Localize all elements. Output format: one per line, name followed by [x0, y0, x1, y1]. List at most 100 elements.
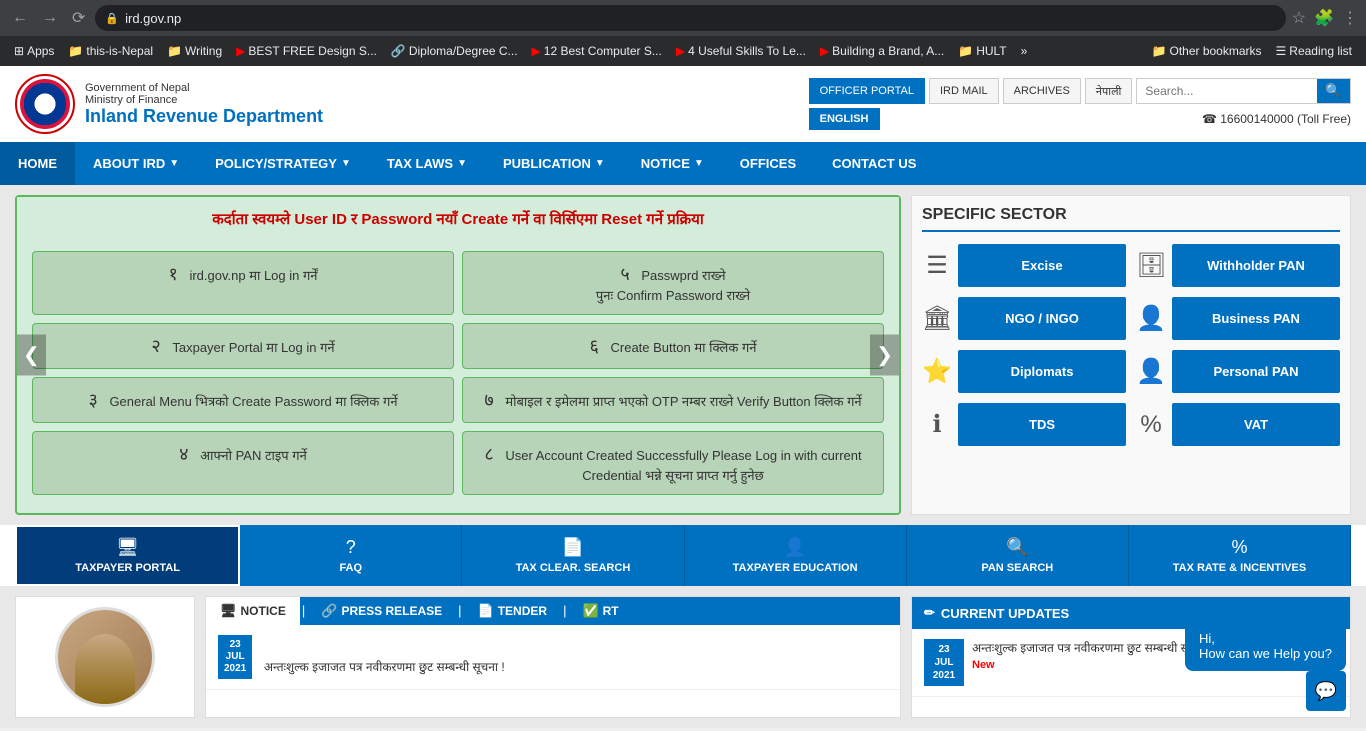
website: Government of Nepal Ministry of Finance … [0, 66, 1366, 728]
browser-chrome: ← → ⟳ 🔒 ird.gov.np ☆ 🧩 ⋮ [0, 0, 1366, 36]
slider-step-1: १ ird.gov.np मा Log in गर्नें [32, 251, 454, 315]
ird-mail-button[interactable]: IRD MAIL [929, 78, 999, 104]
logo-section: Government of Nepal Ministry of Finance … [15, 74, 323, 134]
slider-next-button[interactable]: ❯ [870, 335, 899, 376]
tab-pan-search[interactable]: 🔍 PAN SEARCH [907, 525, 1129, 586]
address-bar[interactable]: 🔒 ird.gov.np [95, 5, 1285, 31]
bookmark-diploma-label: Diploma/Degree C... [409, 44, 518, 58]
tds-icon: ℹ [922, 410, 952, 439]
bookmark-hult[interactable]: 📁 HULT [952, 41, 1012, 61]
org-name: Government of Nepal Ministry of Finance … [85, 82, 323, 127]
personal-pan-button[interactable]: Personal PAN [1172, 350, 1340, 393]
person-silhouette [75, 634, 135, 704]
youtube-icon: ▶ [236, 44, 245, 58]
officer-portal-button[interactable]: OFFICER PORTAL [809, 78, 925, 104]
reload-button[interactable]: ⟳ [68, 4, 89, 32]
logo-circle [15, 74, 75, 134]
bookmark-this-is-nepal[interactable]: 📁 this-is-Nepal [62, 41, 159, 61]
slider-step-8: ८ User Account Created Successfully Plea… [462, 431, 884, 495]
back-button[interactable]: ← [8, 5, 32, 31]
personal-pan-icon: 👤 [1136, 357, 1166, 386]
bookmark-building[interactable]: ▶ Building a Brand, A... [814, 41, 950, 61]
bookmark-best-free[interactable]: ▶ BEST FREE Design S... [230, 41, 383, 61]
more-label: » [1021, 44, 1028, 58]
ngo-ingo-button[interactable]: NGO / INGO [958, 297, 1126, 340]
extensions-icon[interactable]: 🧩 [1314, 8, 1334, 28]
nav-notice[interactable]: NOTICE ▼ [623, 142, 722, 185]
news-tab-tender[interactable]: 📄 TENDER [464, 597, 562, 625]
nav-contact[interactable]: CONTACT US [814, 142, 934, 185]
tab-faq[interactable]: ? FAQ [240, 525, 462, 586]
nav-offices[interactable]: OFFICES [722, 142, 814, 185]
url-text: ird.gov.np [125, 11, 181, 26]
search-button[interactable]: 🔍 [1317, 79, 1350, 103]
search-input[interactable] [1137, 79, 1317, 103]
tds-button[interactable]: TDS [958, 403, 1126, 446]
reading-list-icon: ☰ [1276, 44, 1287, 58]
bookmark-best-free-label: BEST FREE Design S... [248, 44, 377, 58]
bookmark-4useful[interactable]: ▶ 4 Useful Skills To Le... [670, 41, 812, 61]
vat-button[interactable]: VAT [1172, 403, 1340, 446]
bookmark-writing[interactable]: 📁 Writing [161, 41, 228, 61]
bottom-tabs: 🖥 TAXPAYER PORTAL ? FAQ 📄 TAX CLEAR. SEA… [15, 525, 1351, 586]
slider-header: कर्दाता स्वयम्ले User ID र Password नयाँ… [17, 197, 899, 241]
forward-button[interactable]: → [38, 5, 62, 31]
tax-rate-icon: % [1231, 537, 1247, 558]
chat-button[interactable]: 💬 [1306, 671, 1346, 711]
link-icon: 🔗 [391, 44, 406, 58]
news-tab-rt[interactable]: ✅ RT [568, 597, 632, 625]
tab-taxpayer-portal[interactable]: 🖥 TAXPAYER PORTAL [15, 525, 240, 586]
nav-tax-laws[interactable]: TAX LAWS ▼ [369, 142, 485, 185]
business-pan-button[interactable]: Business PAN [1172, 297, 1340, 340]
slider-grid: १ ird.gov.np मा Log in गर्नें ५ Passwprd… [17, 241, 899, 505]
bookmark-more[interactable]: » [1015, 41, 1034, 61]
slider-prev-button[interactable]: ❮ [17, 335, 46, 376]
faq-icon: ? [346, 537, 356, 558]
updates-title: CURRENT UPDATES [941, 606, 1069, 621]
tax-rate-label: TAX RATE & INCENTIVES [1173, 562, 1306, 574]
tender-tab-icon: 📄 [478, 603, 494, 619]
business-pan-icon: 👤 [1136, 304, 1166, 333]
specific-sector: SPECIFIC SECTOR ☰ Excise 🗄 Withholder PA… [911, 195, 1351, 515]
tab-tax-clear[interactable]: 📄 TAX CLEAR. SEARCH [462, 525, 684, 586]
bookmark-reading-list[interactable]: ☰ Reading list [1270, 41, 1358, 61]
news-tab-notice[interactable]: 🖥 NOTICE [206, 597, 300, 625]
news-item: 23 JUL 2021 अन्तःशुल्क इजाजत पत्र नवीकरण… [206, 625, 900, 690]
withholder-icon: 🗄 [1136, 251, 1166, 280]
lock-icon: 🔒 [105, 12, 119, 25]
update-text: अन्तःशुल्क इजाजत पत्र नवीकरणमा छुट सम्बन… [972, 639, 1213, 656]
nav-home[interactable]: HOME [0, 142, 75, 185]
excise-button[interactable]: Excise [958, 244, 1126, 287]
sector-title: SPECIFIC SECTOR [922, 206, 1340, 232]
bookmark-star-icon[interactable]: ☆ [1292, 8, 1306, 28]
bookmark-other[interactable]: 📁 Other bookmarks [1146, 41, 1268, 61]
diplomats-button[interactable]: Diplomats [958, 350, 1126, 393]
nepal-emblem [20, 79, 70, 129]
bookmark-reading-label: Reading list [1289, 44, 1352, 58]
nepali-button[interactable]: नेपाली [1085, 78, 1133, 104]
english-button[interactable]: ENGLISH [809, 108, 880, 130]
pub-arrow-icon: ▼ [595, 158, 605, 169]
update-date: 23 JUL 2021 [924, 639, 964, 686]
notice-tab-icon: 🖥 [220, 603, 237, 619]
bookmark-apps-label: Apps [27, 44, 54, 58]
search-bar: 🔍 [1136, 78, 1351, 104]
bookmark-diploma[interactable]: 🔗 Diploma/Degree C... [385, 41, 524, 61]
bookmark-12best[interactable]: ▶ 12 Best Computer S... [526, 41, 668, 61]
news-divider-2: | [456, 597, 463, 625]
withholder-pan-button[interactable]: Withholder PAN [1172, 244, 1340, 287]
nav-policy[interactable]: POLICY/STRATEGY ▼ [197, 142, 369, 185]
tab-taxpayer-edu[interactable]: 👤 TAXPAYER EDUCATION [685, 525, 907, 586]
bookmark-writing-label: Writing [185, 44, 222, 58]
nav-about[interactable]: ABOUT IRD ▼ [75, 142, 197, 185]
news-tab-press[interactable]: 🔗 PRESS RELEASE [307, 597, 456, 625]
menu-icon[interactable]: ⋮ [1342, 8, 1358, 28]
nav-publication[interactable]: PUBLICATION ▼ [485, 142, 623, 185]
bookmark-12best-label: 12 Best Computer S... [544, 44, 662, 58]
archives-button[interactable]: ARCHIVES [1003, 78, 1081, 104]
tab-tax-rate[interactable]: % TAX RATE & INCENTIVES [1129, 525, 1351, 586]
tax-clear-label: TAX CLEAR. SEARCH [516, 562, 631, 574]
slider-step-4: ४ आफ्नो PAN टाइप गर्ने [32, 431, 454, 495]
bookmark-apps[interactable]: ⊞ Apps [8, 41, 60, 61]
slider-step-2: २ Taxpayer Portal मा Log in गर्ने [32, 323, 454, 369]
